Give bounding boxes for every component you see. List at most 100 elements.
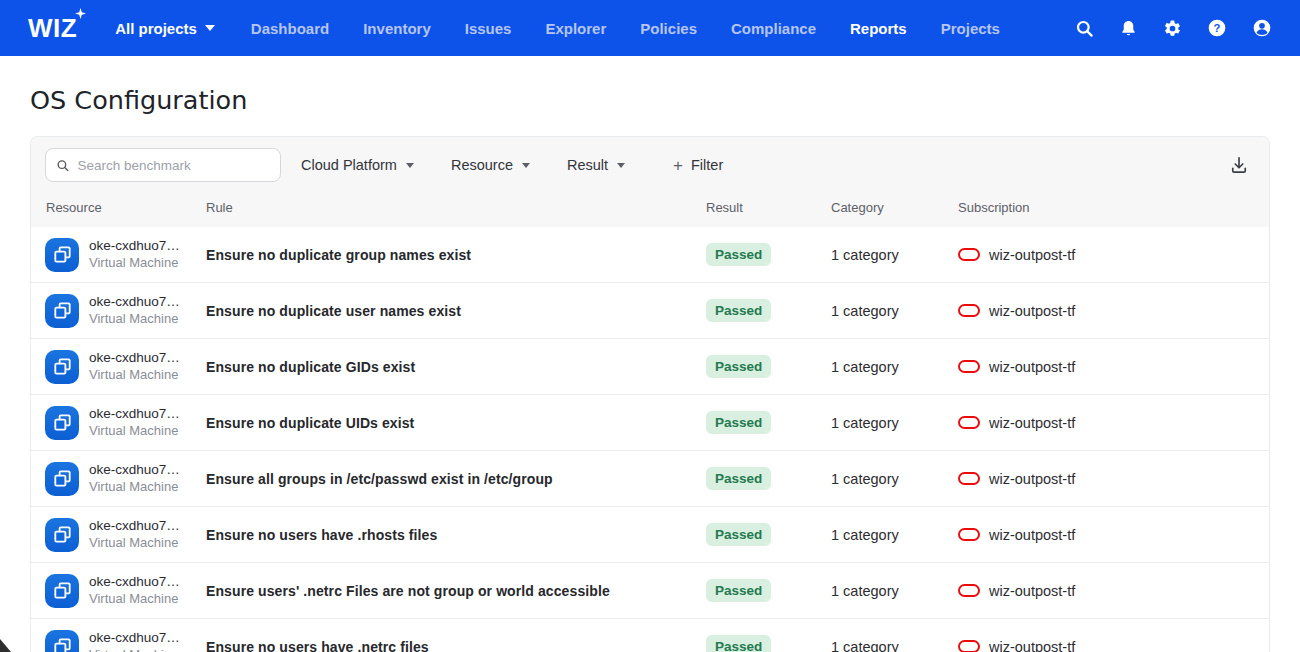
resource-cell: oke-cxdhuo7… Virtual Machine (31, 574, 206, 608)
oracle-cloud-icon (958, 416, 980, 429)
table-row[interactable]: oke-cxdhuo7… Virtual Machine Ensure user… (31, 563, 1269, 619)
subscription-cell: wiz-outpost-tf (958, 527, 1269, 543)
nav-item-explorer[interactable]: Explorer (545, 20, 606, 37)
virtual-machine-icon (45, 238, 79, 272)
resource-name[interactable]: oke-cxdhuo7… (89, 350, 180, 367)
resource-name[interactable]: oke-cxdhuo7… (89, 238, 180, 255)
oracle-cloud-icon (958, 528, 980, 541)
project-selector[interactable]: All projects (115, 20, 215, 37)
resource-name[interactable]: oke-cxdhuo7… (89, 294, 180, 311)
category-text: 1 category (831, 303, 958, 319)
resource-name[interactable]: oke-cxdhuo7… (89, 406, 180, 423)
nav-item-inventory[interactable]: Inventory (363, 20, 431, 37)
table-body: oke-cxdhuo7… Virtual Machine Ensure no d… (31, 227, 1269, 652)
rule-text[interactable]: Ensure no users have .netrc files (206, 639, 706, 652)
resource-type: Virtual Machine (89, 311, 180, 327)
add-filter-label: Filter (691, 157, 723, 173)
resource-type: Virtual Machine (89, 647, 180, 652)
virtual-machine-icon (45, 350, 79, 384)
nav-item-policies[interactable]: Policies (640, 20, 697, 37)
search-input[interactable] (78, 158, 271, 173)
nav-item-dashboard[interactable]: Dashboard (251, 20, 329, 37)
category-text: 1 category (831, 247, 958, 263)
filter-dropdown-cloud-platform[interactable]: Cloud Platform (301, 157, 414, 173)
resource-type: Virtual Machine (89, 479, 180, 495)
account-icon[interactable] (1252, 18, 1272, 38)
oracle-cloud-icon (958, 360, 980, 373)
resource-name[interactable]: oke-cxdhuo7… (89, 574, 180, 591)
column-header-result[interactable]: Result (706, 200, 831, 215)
column-header-category[interactable]: Category (831, 200, 958, 215)
mouse-cursor (0, 639, 11, 652)
filter-bar: Cloud Platform Resource Result + Filter (31, 137, 1269, 191)
rule-text[interactable]: Ensure no duplicate GIDs exist (206, 359, 706, 375)
result-badge: Passed (706, 579, 771, 602)
table-row[interactable]: oke-cxdhuo7… Virtual Machine Ensure no d… (31, 339, 1269, 395)
subscription-cell: wiz-outpost-tf (958, 415, 1269, 431)
resource-name[interactable]: oke-cxdhuo7… (89, 462, 180, 479)
settings-icon[interactable] (1163, 19, 1182, 38)
resource-cell: oke-cxdhuo7… Virtual Machine (31, 294, 206, 328)
rule-text[interactable]: Ensure no duplicate user names exist (206, 303, 706, 319)
category-text: 1 category (831, 639, 958, 652)
search-benchmark-box[interactable] (45, 148, 281, 182)
rule-text[interactable]: Ensure users' .netrc Files are not group… (206, 583, 706, 599)
subscription-cell: wiz-outpost-tf (958, 247, 1269, 263)
nav-item-compliance[interactable]: Compliance (731, 20, 816, 37)
resource-cell: oke-cxdhuo7… Virtual Machine (31, 462, 206, 496)
nav-item-issues[interactable]: Issues (465, 20, 512, 37)
column-header-resource[interactable]: Resource (31, 200, 206, 215)
virtual-machine-icon (45, 406, 79, 440)
page-title: OS Configuration (30, 85, 1300, 115)
table-row[interactable]: oke-cxdhuo7… Virtual Machine Ensure no d… (31, 395, 1269, 451)
add-filter-button[interactable]: + Filter (673, 157, 723, 174)
result-badge: Passed (706, 467, 771, 490)
main-nav: Dashboard Inventory Issues Explorer Policies… (251, 20, 1000, 37)
rule-text[interactable]: Ensure no duplicate UIDs exist (206, 415, 706, 431)
virtual-machine-icon (45, 574, 79, 608)
resource-cell: oke-cxdhuo7… Virtual Machine (31, 350, 206, 384)
nav-item-reports[interactable]: Reports (850, 20, 907, 37)
column-header-subscription[interactable]: Subscription (958, 200, 1269, 215)
top-navbar: WIZ All projects Dashboard Inventory Issue… (0, 0, 1300, 56)
resource-name[interactable]: oke-cxdhuo7… (89, 518, 180, 535)
rule-text[interactable]: Ensure no users have .rhosts files (206, 527, 706, 543)
project-selector-label: All projects (115, 20, 197, 37)
filter-dropdown-resource[interactable]: Resource (451, 157, 530, 173)
resource-cell: oke-cxdhuo7… Virtual Machine (31, 238, 206, 272)
filter-dropdown-result[interactable]: Result (567, 157, 625, 173)
notifications-icon[interactable] (1119, 19, 1138, 38)
resource-type: Virtual Machine (89, 367, 180, 383)
subscription-name: wiz-outpost-tf (989, 247, 1075, 263)
chevron-down-icon (617, 163, 625, 168)
download-button[interactable] (1229, 155, 1249, 175)
column-header-rule[interactable]: Rule (206, 200, 706, 215)
subscription-cell: wiz-outpost-tf (958, 639, 1269, 652)
table-row[interactable]: oke-cxdhuo7… Virtual Machine Ensure no d… (31, 283, 1269, 339)
table-row[interactable]: oke-cxdhuo7… Virtual Machine Ensure all … (31, 451, 1269, 507)
virtual-machine-icon (45, 294, 79, 328)
subscription-cell: wiz-outpost-tf (958, 471, 1269, 487)
resource-name[interactable]: oke-cxdhuo7… (89, 630, 180, 647)
result-badge: Passed (706, 635, 771, 652)
subscription-name: wiz-outpost-tf (989, 303, 1075, 319)
table-row[interactable]: oke-cxdhuo7… Virtual Machine Ensure no d… (31, 227, 1269, 283)
rule-text[interactable]: Ensure all groups in /etc/passwd exist i… (206, 471, 706, 487)
virtual-machine-icon (45, 630, 79, 652)
table-row[interactable]: oke-cxdhuo7… Virtual Machine Ensure no u… (31, 619, 1269, 652)
table-row[interactable]: oke-cxdhuo7… Virtual Machine Ensure no u… (31, 507, 1269, 563)
resource-type: Virtual Machine (89, 255, 180, 271)
search-icon[interactable] (1075, 19, 1094, 38)
rule-text[interactable]: Ensure no duplicate group names exist (206, 247, 706, 263)
subscription-name: wiz-outpost-tf (989, 359, 1075, 375)
subscription-name: wiz-outpost-tf (989, 639, 1075, 652)
oracle-cloud-icon (958, 640, 980, 652)
help-icon[interactable]: ? (1207, 18, 1227, 38)
plus-icon: + (673, 157, 683, 174)
resource-type: Virtual Machine (89, 535, 180, 551)
nav-item-projects[interactable]: Projects (941, 20, 1000, 37)
result-badge: Passed (706, 243, 771, 266)
wiz-logo[interactable]: WIZ (28, 15, 77, 41)
resource-cell: oke-cxdhuo7… Virtual Machine (31, 630, 206, 652)
subscription-name: wiz-outpost-tf (989, 415, 1075, 431)
